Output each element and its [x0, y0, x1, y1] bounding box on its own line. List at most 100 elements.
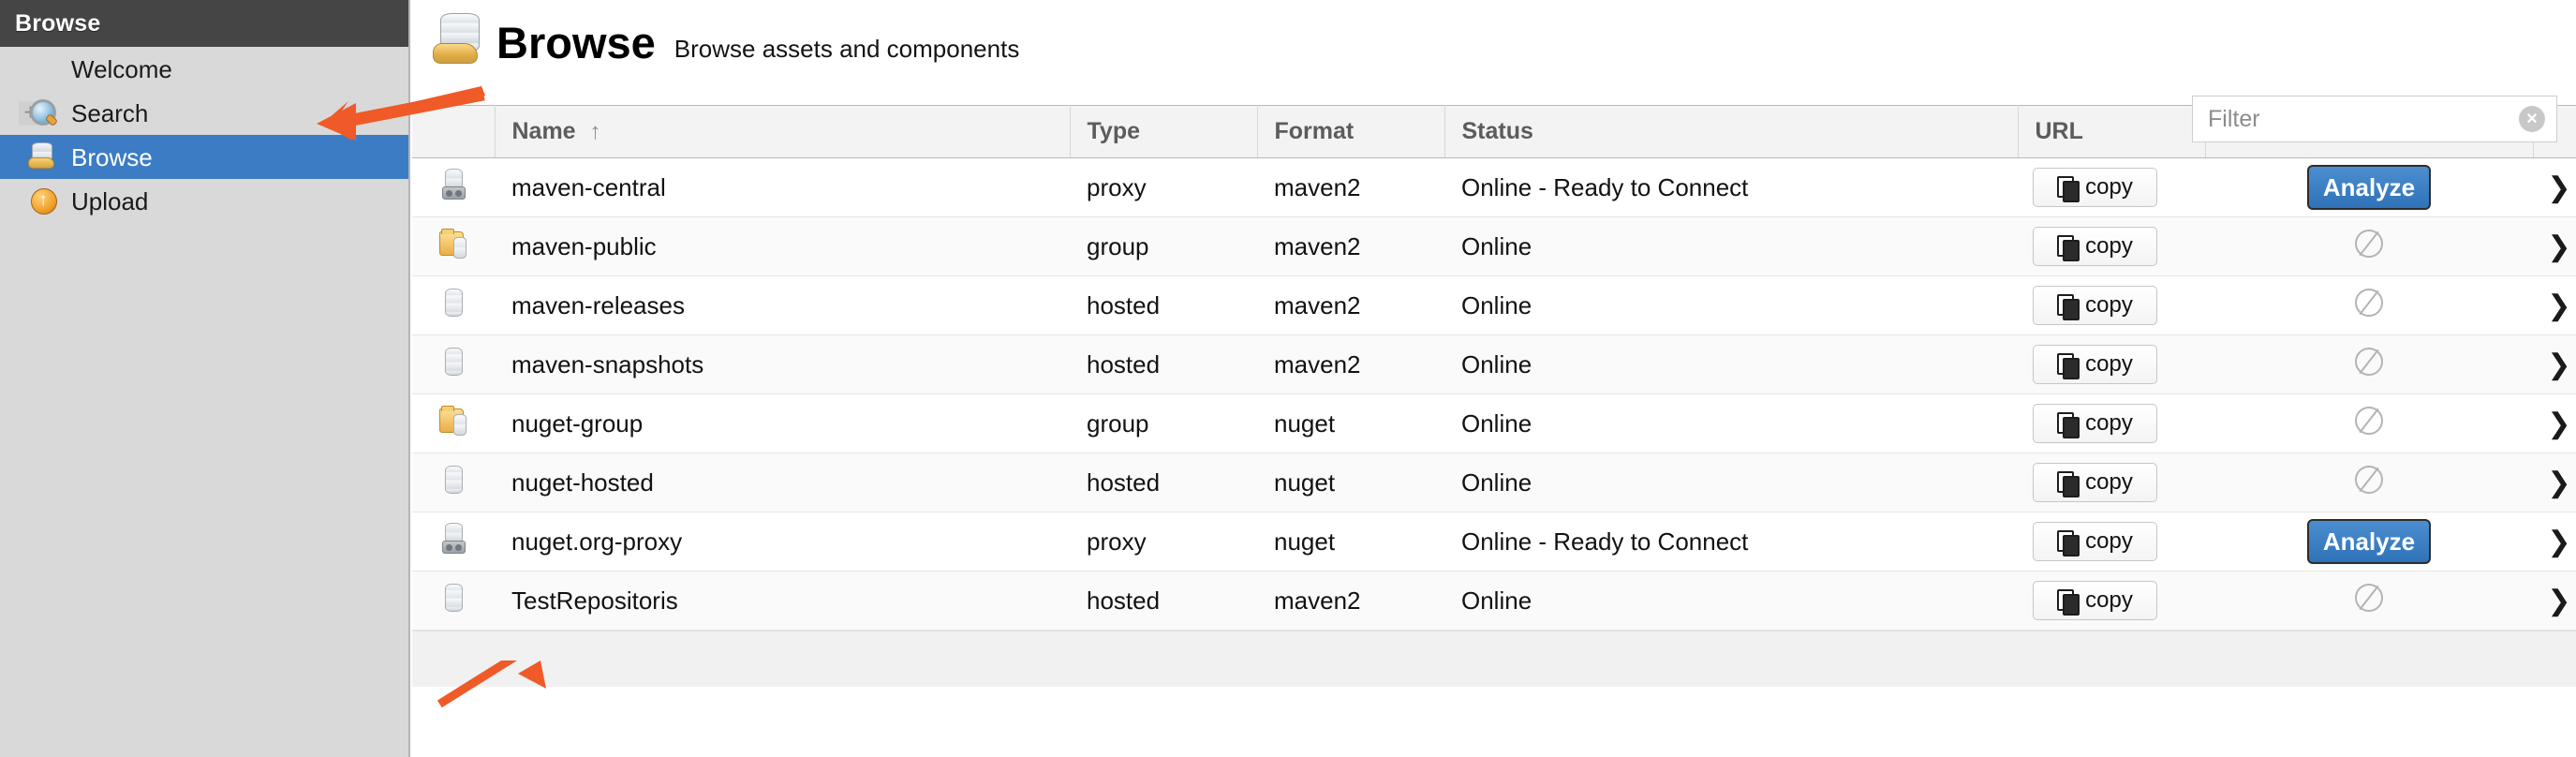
page-title: Browse	[496, 17, 656, 67]
copy-icon	[2057, 352, 2080, 379]
table-row[interactable]: maven-central proxy maven2 Online - Ready t…	[412, 157, 2576, 217]
analyze-button[interactable]: Analyze	[2307, 519, 2431, 564]
hosted-repository-icon	[437, 286, 469, 319]
copy-button-label: copy	[2085, 528, 2133, 554]
cell-health-check	[2205, 216, 2533, 276]
cell-format: maven2	[1257, 157, 1444, 217]
cell-url: copy	[2018, 453, 2205, 512]
repository-type-icon-cell	[412, 275, 495, 335]
copy-button-label: copy	[2085, 292, 2133, 318]
sidebar-header-title: Browse	[15, 9, 101, 37]
chevron-right-icon[interactable]: ❯	[2547, 527, 2570, 557]
column-header-name[interactable]: Name ↑	[495, 105, 1071, 158]
repository-type-icon-cell	[412, 157, 495, 217]
cell-url: copy	[2018, 216, 2205, 276]
copy-icon	[2057, 234, 2080, 261]
cell-health-check: Analyze	[2205, 157, 2533, 217]
chevron-right-icon[interactable]: ❯	[2547, 290, 2570, 321]
cell-health-check	[2205, 393, 2533, 453]
health-check-disabled-icon	[2355, 465, 2383, 494]
cell-health-check: Analyze	[2205, 512, 2533, 571]
cell-url: copy	[2018, 157, 2205, 217]
table-row[interactable]: TestRepositoris hosted maven2 Online copy ❯	[412, 571, 2576, 631]
filter-input[interactable]	[2206, 96, 2543, 141]
table-body: maven-central proxy maven2 Online - Ready t…	[412, 157, 2576, 631]
cell-expand: ❯	[2533, 571, 2576, 631]
cell-url: copy	[2018, 275, 2205, 335]
health-check-disabled-icon	[2355, 583, 2383, 612]
table-row[interactable]: maven-snapshots hosted maven2 Online copy ❯	[412, 334, 2576, 394]
copy-icon	[2057, 293, 2080, 320]
analyze-button[interactable]: Analyze	[2307, 165, 2431, 210]
chevron-right-icon[interactable]: ❯	[2547, 349, 2570, 380]
cell-name: maven-snapshots	[495, 334, 1070, 394]
proxy-repository-icon	[437, 522, 469, 556]
copy-url-button[interactable]: copy	[2033, 227, 2157, 266]
cell-health-check	[2205, 571, 2533, 631]
chevron-right-icon[interactable]: ❯	[2547, 408, 2570, 439]
sidebar-item-search[interactable]: + Search	[0, 91, 408, 135]
cell-expand: ❯	[2533, 216, 2576, 276]
copy-icon	[2057, 588, 2080, 616]
cell-health-check	[2205, 275, 2533, 335]
sidebar: Browse Welcome + Search Browse Upload	[0, 0, 410, 757]
copy-url-button[interactable]: copy	[2033, 581, 2157, 620]
cell-format: nuget	[1257, 512, 1444, 571]
cell-name: maven-public	[495, 216, 1070, 276]
upload-icon	[28, 186, 60, 216]
copy-url-button[interactable]: copy	[2033, 168, 2157, 207]
copy-button-label: copy	[2085, 233, 2133, 259]
chevron-right-icon[interactable]: ❯	[2547, 231, 2570, 262]
table-row[interactable]: nuget-hosted hosted nuget Online copy ❯	[412, 453, 2576, 512]
copy-url-button[interactable]: copy	[2033, 463, 2157, 502]
cell-format: maven2	[1257, 571, 1444, 631]
cell-type: group	[1070, 216, 1257, 276]
cell-type: hosted	[1070, 334, 1257, 394]
cell-type: proxy	[1070, 157, 1257, 217]
cell-url: copy	[2018, 334, 2205, 394]
cell-status: Online	[1444, 571, 2018, 631]
chevron-right-icon[interactable]: ❯	[2547, 468, 2570, 498]
sidebar-item-label: Search	[71, 98, 149, 127]
sidebar-item-label: Upload	[71, 186, 149, 215]
sidebar-header: Browse	[0, 0, 408, 47]
clear-circle-icon[interactable]: ×	[2519, 106, 2545, 132]
cell-name: TestRepositoris	[495, 571, 1070, 631]
cell-health-check	[2205, 453, 2533, 512]
cell-status: Online	[1444, 334, 2018, 394]
repository-type-icon-cell	[412, 453, 495, 512]
copy-url-button[interactable]: copy	[2033, 404, 2157, 443]
cell-name: nuget.org-proxy	[495, 512, 1070, 571]
cell-format: maven2	[1257, 216, 1444, 276]
repository-type-icon-cell	[412, 216, 495, 276]
main-content: Browse Browse assets and components × Na…	[412, 0, 2576, 757]
page-header: Browse Browse assets and components ×	[412, 0, 2576, 142]
column-header-type[interactable]: Type	[1070, 105, 1258, 158]
chevron-right-icon[interactable]: ❯	[2547, 586, 2570, 616]
copy-icon	[2057, 470, 2080, 497]
filter-box[interactable]: ×	[2192, 96, 2557, 142]
table-row[interactable]: maven-public group maven2 Online copy ❯	[412, 216, 2576, 276]
health-check-disabled-icon	[2355, 229, 2383, 258]
sidebar-item-browse[interactable]: Browse	[0, 135, 408, 179]
copy-button-label: copy	[2085, 410, 2133, 436]
column-header-status[interactable]: Status	[1444, 105, 2019, 158]
column-header-icon	[412, 105, 496, 158]
column-header-url[interactable]: URL	[2018, 105, 2206, 158]
copy-url-button[interactable]: copy	[2033, 286, 2157, 325]
chevron-right-icon[interactable]: ❯	[2547, 172, 2570, 203]
cell-name: maven-releases	[495, 275, 1070, 335]
table-row[interactable]: nuget-group group nuget Online copy ❯	[412, 393, 2576, 453]
table-row[interactable]: maven-releases hosted maven2 Online copy ❯	[412, 275, 2576, 335]
sidebar-item-upload[interactable]: Upload	[0, 179, 408, 223]
copy-url-button[interactable]: copy	[2033, 345, 2157, 384]
cell-status: Online - Ready to Connect	[1444, 157, 2018, 217]
sort-ascending-icon: ↑	[589, 119, 601, 144]
sidebar-item-welcome[interactable]: Welcome	[0, 47, 408, 91]
copy-button-label: copy	[2085, 469, 2133, 495]
copy-button-label: copy	[2085, 587, 2133, 613]
cell-name: nuget-group	[495, 393, 1070, 453]
table-row[interactable]: nuget.org-proxy proxy nuget Online - Ready …	[412, 512, 2576, 571]
copy-url-button[interactable]: copy	[2033, 522, 2157, 561]
column-header-format[interactable]: Format	[1257, 105, 1445, 158]
